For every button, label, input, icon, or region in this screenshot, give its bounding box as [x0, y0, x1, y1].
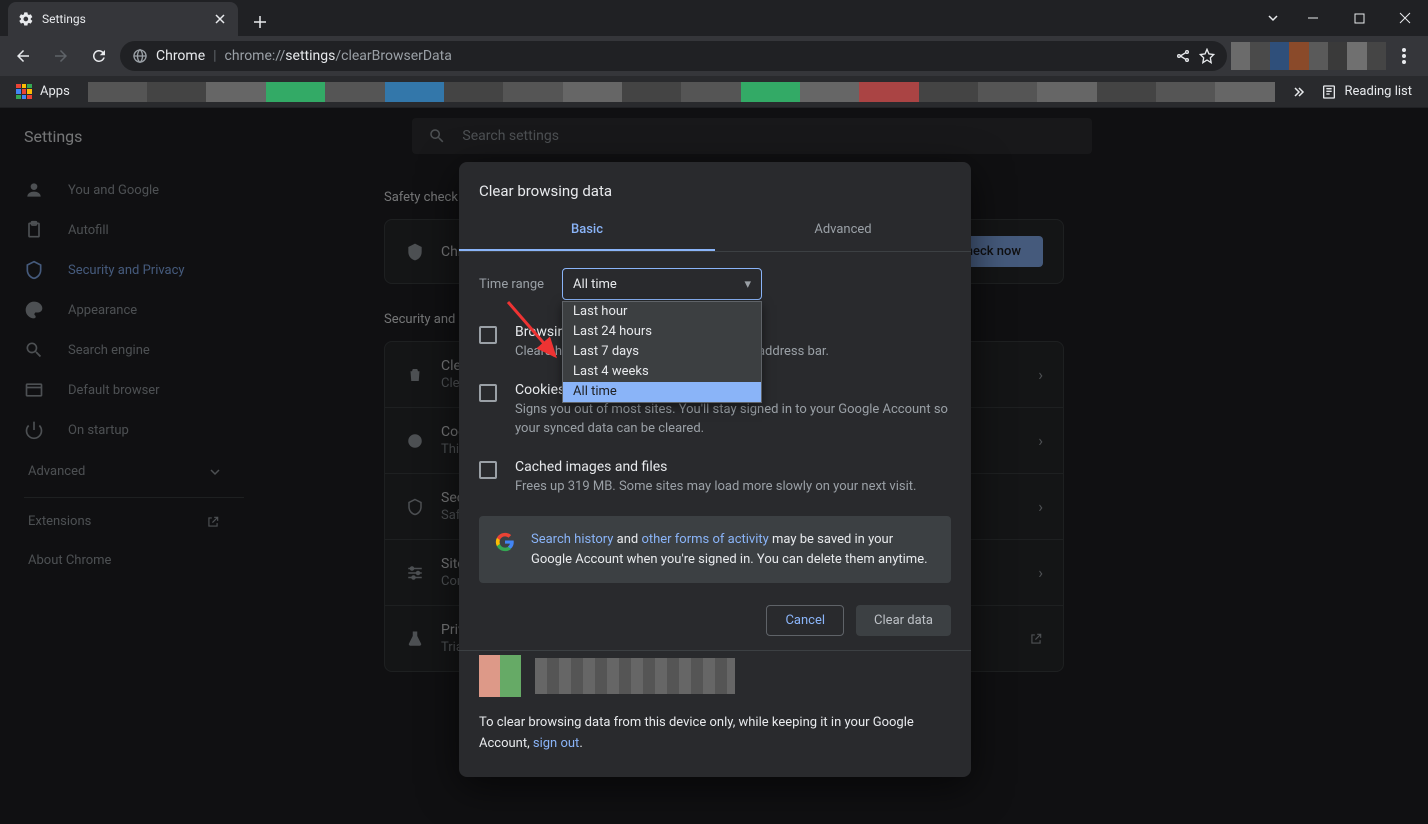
tab-search-icon[interactable] [1256, 1, 1290, 35]
checkbox-cookies[interactable] [479, 384, 497, 402]
close-window-button[interactable] [1382, 2, 1428, 34]
chrome-menu-button[interactable] [1386, 39, 1422, 73]
clear-data-button[interactable]: Clear data [856, 605, 951, 636]
option-last-4-weeks[interactable]: Last 4 weeks [563, 362, 761, 382]
option-last-7-days[interactable]: Last 7 days [563, 342, 761, 362]
site-info-icon[interactable] [132, 48, 148, 64]
option-last-24-hours[interactable]: Last 24 hours [563, 322, 761, 342]
redacted-extensions [1231, 42, 1386, 70]
share-icon[interactable] [1175, 48, 1191, 64]
check-cached: Cached images and filesFrees up 319 MB. … [479, 449, 951, 507]
window-controls [1256, 0, 1428, 36]
bookmark-icon[interactable] [1199, 48, 1215, 64]
cancel-button[interactable]: Cancel [766, 605, 844, 636]
tab-advanced[interactable]: Advanced [715, 210, 971, 251]
checkbox-browsing-history[interactable] [479, 326, 497, 344]
omnibox-url: chrome://settings/clearBrowserData [225, 48, 452, 64]
google-activity-info: Search history and other forms of activi… [479, 516, 951, 583]
search-history-link[interactable]: Search history [531, 532, 613, 547]
apps-shortcut[interactable]: Apps [8, 80, 78, 104]
sign-out-link[interactable]: sign out [533, 736, 579, 751]
close-tab-icon[interactable] [212, 11, 228, 27]
maximize-button[interactable] [1336, 2, 1382, 34]
time-range-label: Time range [479, 277, 544, 292]
option-last-hour[interactable]: Last hour [563, 302, 761, 322]
apps-icon [16, 84, 32, 100]
time-range-dropdown: Last hour Last 24 hours Last 7 days Last… [562, 301, 762, 403]
bookmarks-overflow-icon[interactable] [1285, 78, 1313, 106]
clear-browsing-data-dialog: Clear browsing data Basic Advanced Time … [459, 162, 971, 777]
checkbox-cached[interactable] [479, 461, 497, 479]
toolbar-extensions [1231, 39, 1422, 73]
forward-button[interactable] [44, 39, 78, 73]
back-button[interactable] [6, 39, 40, 73]
omnibox-chrome-label: Chrome [156, 48, 205, 64]
other-activity-link[interactable]: other forms of activity [641, 532, 768, 547]
dialog-footer-text: To clear browsing data from this device … [459, 707, 971, 777]
dialog-tabs: Basic Advanced [459, 210, 971, 252]
tab-title: Settings [42, 12, 204, 26]
bookmarks-bar: Apps Reading list [0, 76, 1428, 108]
tab-basic[interactable]: Basic [459, 210, 715, 251]
minimize-button[interactable] [1290, 2, 1336, 34]
new-tab-button[interactable] [246, 8, 274, 36]
reload-button[interactable] [82, 39, 116, 73]
reading-list-icon [1321, 84, 1337, 100]
dialog-account-row [459, 650, 971, 707]
reading-list-label: Reading list [1345, 84, 1412, 99]
apps-label: Apps [40, 84, 70, 99]
gear-icon [18, 11, 34, 27]
dialog-title: Clear browsing data [459, 162, 971, 210]
redacted-account-text [535, 658, 735, 694]
omnibox[interactable]: Chrome | chrome://settings/clearBrowserD… [120, 41, 1227, 71]
redacted-avatar [479, 655, 521, 697]
toolbar: Chrome | chrome://settings/clearBrowserD… [0, 36, 1428, 76]
caret-down-icon: ▾ [745, 277, 752, 292]
browser-tab[interactable]: Settings [8, 2, 238, 36]
redacted-bookmarks [88, 82, 1275, 102]
option-all-time[interactable]: All time [563, 382, 761, 402]
time-range-value: All time [573, 277, 617, 292]
google-icon [495, 532, 515, 552]
titlebar: Settings [0, 0, 1428, 36]
reading-list-button[interactable]: Reading list [1313, 80, 1420, 104]
dialog-actions: Cancel Clear data [459, 591, 971, 650]
time-range-select[interactable]: All time ▾ Last hour Last 24 hours Last … [562, 268, 762, 300]
